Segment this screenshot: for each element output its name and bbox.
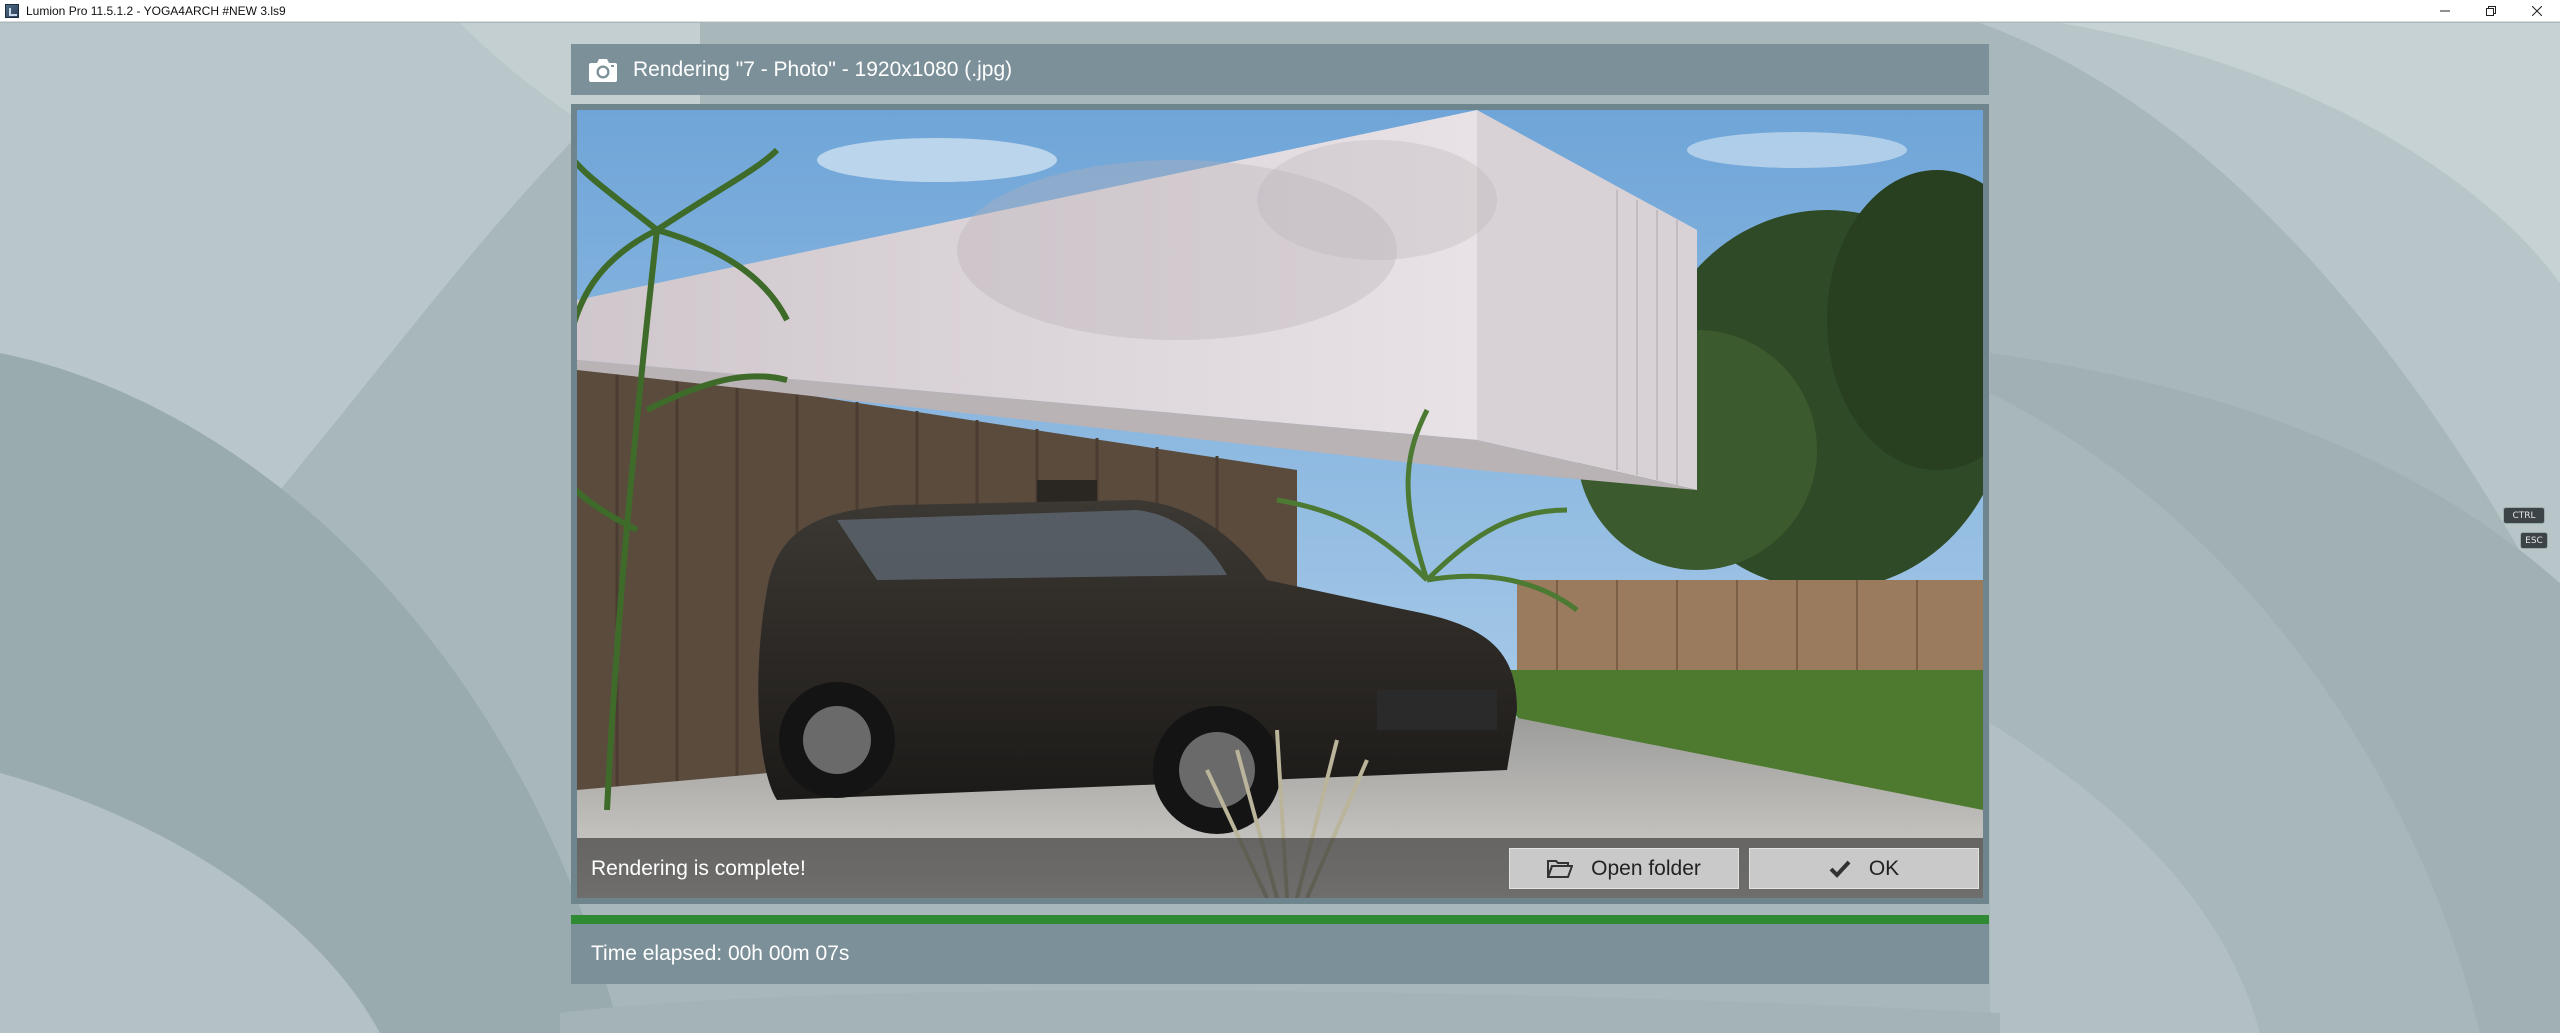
- restore-icon: [2486, 6, 2496, 16]
- folder-open-icon: [1547, 859, 1574, 878]
- dialog-title: Rendering "7 - Photo" - 1920x1080 (.jpg): [633, 57, 1013, 81]
- ctrl-key-badge: CTRL: [2503, 507, 2545, 524]
- close-button[interactable]: [2514, 0, 2560, 22]
- time-panel: Time elapsed: 00h 00m 07s: [571, 924, 1989, 984]
- ok-label: OK: [1868, 856, 1900, 880]
- dialog-header: Rendering "7 - Photo" - 1920x1080 (.jpg): [571, 44, 1989, 95]
- render-preview-image: Rendering is complete! Open folder OK: [577, 110, 1983, 898]
- preview-frame: Rendering is complete! Open folder OK: [571, 104, 1989, 904]
- minimize-icon: [2440, 10, 2450, 12]
- render-illustration: [577, 110, 1983, 898]
- render-progress-fill: [571, 915, 1989, 924]
- open-folder-button[interactable]: Open folder: [1509, 848, 1739, 889]
- minimize-button[interactable]: [2422, 0, 2468, 22]
- title-bar: Lumion Pro 11.5.1.2 - YOGA4ARCH #NEW 3.l…: [0, 0, 2560, 22]
- ok-button[interactable]: OK: [1749, 848, 1979, 889]
- render-progress-bar: [571, 915, 1989, 924]
- open-folder-label: Open folder: [1591, 856, 1701, 880]
- camera-icon: [589, 58, 617, 82]
- time-elapsed: Time elapsed: 00h 00m 07s: [591, 942, 850, 965]
- status-bar: Rendering is complete! Open folder OK: [577, 838, 1983, 898]
- restore-button[interactable]: [2468, 0, 2514, 22]
- esc-key-badge: ESC: [2520, 532, 2548, 549]
- app-icon: [5, 3, 19, 18]
- checkmark-icon: [1829, 860, 1851, 878]
- window-title: Lumion Pro 11.5.1.2 - YOGA4ARCH #NEW 3.l…: [26, 3, 286, 18]
- close-icon: [2532, 6, 2542, 16]
- window-controls: [2422, 0, 2560, 22]
- status-message: Rendering is complete!: [591, 857, 806, 880]
